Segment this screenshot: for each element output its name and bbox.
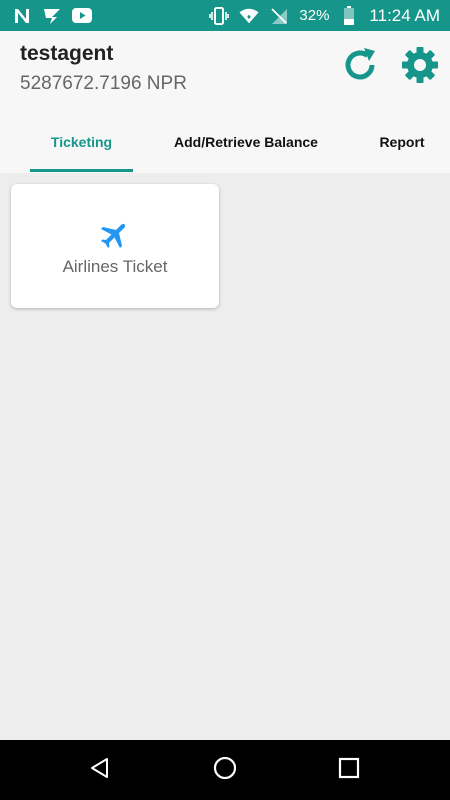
home-icon bbox=[212, 755, 238, 786]
status-bar-left bbox=[0, 7, 92, 25]
back-button[interactable] bbox=[84, 754, 116, 786]
vibrate-icon bbox=[209, 6, 230, 25]
settings-gear-icon bbox=[400, 45, 440, 90]
balance-label: 5287672.7196 NPR bbox=[20, 73, 187, 94]
navigation-bar bbox=[0, 740, 450, 800]
settings-button[interactable] bbox=[398, 45, 442, 89]
no-sim-icon bbox=[269, 7, 289, 25]
recent-apps-icon bbox=[338, 757, 360, 784]
wifi-icon bbox=[239, 7, 259, 25]
s-logo-icon bbox=[42, 7, 62, 25]
battery-percent: 32% bbox=[299, 7, 330, 24]
airlines-ticket-label: Airlines Ticket bbox=[62, 257, 168, 276]
main-content: Airlines Ticket bbox=[0, 173, 450, 740]
battery-icon bbox=[339, 5, 359, 25]
tab-report[interactable]: Report bbox=[370, 111, 434, 173]
status-bar: 32% 11:24 AM bbox=[0, 0, 450, 31]
refresh-icon bbox=[340, 45, 380, 90]
username-label: testagent bbox=[20, 42, 114, 65]
tab-ticketing[interactable]: Ticketing bbox=[30, 111, 133, 173]
airlines-ticket-card[interactable]: Airlines Ticket bbox=[11, 184, 219, 308]
youtube-icon bbox=[72, 7, 92, 25]
status-time: 11:24 AM bbox=[369, 5, 440, 25]
home-button[interactable] bbox=[209, 754, 241, 786]
tab-add-retrieve-balance[interactable]: Add/Retrieve Balance bbox=[160, 111, 332, 173]
back-icon bbox=[88, 756, 112, 785]
status-bar-right: 32% 11:24 AM bbox=[209, 5, 450, 26]
active-tab-indicator bbox=[30, 169, 133, 172]
n-logo-icon bbox=[12, 7, 32, 25]
airplane-icon bbox=[98, 218, 132, 252]
recent-apps-button[interactable] bbox=[333, 754, 365, 786]
app-header: testagent 5287672.7196 NPR Ticketing Add… bbox=[0, 31, 450, 173]
refresh-button[interactable] bbox=[338, 45, 382, 89]
tab-bar: Ticketing Add/Retrieve Balance Report bbox=[0, 111, 450, 173]
